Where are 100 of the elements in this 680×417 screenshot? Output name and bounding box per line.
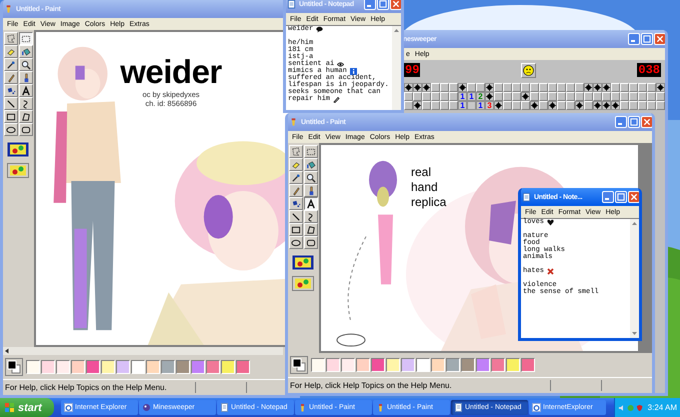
scrollbar[interactable]: [392, 26, 401, 110]
hidden-cell[interactable]: [503, 101, 512, 110]
color-swatch[interactable]: [386, 358, 400, 372]
hidden-cell[interactable]: [503, 83, 512, 92]
hidden-cell[interactable]: [593, 92, 602, 101]
option-icon[interactable]: [292, 276, 314, 291]
hidden-cell[interactable]: [575, 83, 584, 92]
color-swatch[interactable]: [41, 360, 55, 374]
hidden-cell[interactable]: [512, 83, 521, 92]
option-icon[interactable]: [7, 142, 29, 157]
hidden-cell[interactable]: [629, 101, 638, 110]
hidden-cell[interactable]: [494, 83, 503, 92]
close-button[interactable]: [654, 33, 665, 45]
hidden-cell[interactable]: [422, 101, 431, 110]
hidden-cell[interactable]: [539, 101, 548, 110]
speaker-icon[interactable]: [618, 404, 626, 412]
hidden-cell[interactable]: [638, 92, 647, 101]
hidden-cell[interactable]: [656, 101, 665, 110]
hidden-cell[interactable]: [557, 83, 566, 92]
color-swatch[interactable]: [476, 358, 490, 372]
hidden-cell[interactable]: [431, 92, 440, 101]
hidden-cell[interactable]: [566, 92, 575, 101]
color-swatch[interactable]: [431, 358, 445, 372]
color-swatch[interactable]: [491, 358, 505, 372]
hidden-cell[interactable]: [647, 92, 656, 101]
hidden-cell[interactable]: [440, 101, 449, 110]
color-swatch[interactable]: [521, 358, 535, 372]
hidden-cell[interactable]: [431, 101, 440, 110]
hidden-cell[interactable]: [656, 92, 665, 101]
color-selector-icon[interactable]: [290, 356, 308, 374]
color-selector-icon[interactable]: [5, 358, 23, 376]
minimize-button[interactable]: [615, 116, 627, 128]
hidden-cell[interactable]: [449, 83, 458, 92]
reset-button[interactable]: [521, 62, 536, 78]
hidden-cell[interactable]: [620, 101, 629, 110]
hidden-cell[interactable]: [647, 83, 656, 92]
color-swatch[interactable]: [191, 360, 205, 374]
hidden-cell[interactable]: [539, 92, 548, 101]
hidden-cell[interactable]: [584, 101, 593, 110]
hidden-cell[interactable]: [431, 83, 440, 92]
close-button[interactable]: [390, 0, 401, 10]
hidden-cell[interactable]: [620, 92, 629, 101]
hidden-cell[interactable]: [629, 92, 638, 101]
hidden-cell[interactable]: [404, 101, 413, 110]
color-swatch[interactable]: [206, 360, 220, 374]
hidden-cell[interactable]: [449, 101, 458, 110]
color-swatch[interactable]: [461, 358, 475, 372]
maximize-button[interactable]: [641, 33, 653, 45]
minimize-button[interactable]: [364, 0, 376, 10]
color-swatch[interactable]: [86, 360, 100, 374]
color-swatch[interactable]: [146, 360, 160, 374]
color-swatch[interactable]: [416, 358, 430, 372]
color-swatch[interactable]: [71, 360, 85, 374]
hidden-cell[interactable]: [566, 101, 575, 110]
minimize-button[interactable]: [628, 33, 640, 45]
scrollbar[interactable]: [630, 219, 639, 338]
hidden-cell[interactable]: [584, 92, 593, 101]
hidden-cell[interactable]: [629, 83, 638, 92]
hidden-cell[interactable]: [440, 92, 449, 101]
color-swatch[interactable]: [116, 360, 130, 374]
color-swatch[interactable]: [401, 358, 415, 372]
hidden-cell[interactable]: [566, 83, 575, 92]
tool-button[interactable]: [19, 32, 33, 45]
color-swatch[interactable]: [506, 358, 520, 372]
hidden-cell[interactable]: [521, 101, 530, 110]
maximize-button[interactable]: [377, 0, 389, 10]
hidden-cell[interactable]: [467, 83, 476, 92]
maximize-button[interactable]: [615, 191, 627, 203]
hidden-cell[interactable]: [557, 92, 566, 101]
hidden-cell[interactable]: [638, 83, 647, 92]
hidden-cell[interactable]: [530, 92, 539, 101]
hidden-cell[interactable]: [602, 92, 611, 101]
color-swatch[interactable]: [341, 358, 355, 372]
hidden-cell[interactable]: [611, 83, 620, 92]
color-swatch[interactable]: [26, 360, 40, 374]
hidden-cell[interactable]: [530, 83, 539, 92]
hidden-cell[interactable]: [548, 83, 557, 92]
close-button[interactable]: [641, 116, 652, 128]
color-swatch[interactable]: [176, 360, 190, 374]
color-swatch[interactable]: [221, 360, 235, 374]
color-swatch[interactable]: [356, 358, 370, 372]
color-swatch[interactable]: [56, 360, 70, 374]
hidden-cell[interactable]: [440, 83, 449, 92]
hidden-cell[interactable]: [620, 83, 629, 92]
color-swatch[interactable]: [131, 360, 145, 374]
hidden-cell[interactable]: [476, 83, 485, 92]
color-swatch[interactable]: [236, 360, 250, 374]
hidden-cell[interactable]: [413, 92, 422, 101]
color-swatch[interactable]: [446, 358, 460, 372]
hidden-cell[interactable]: [557, 101, 566, 110]
hidden-cell[interactable]: [512, 101, 521, 110]
hidden-cell[interactable]: [449, 92, 458, 101]
color-swatch[interactable]: [311, 358, 325, 372]
hidden-cell[interactable]: [494, 92, 503, 101]
scrollbar[interactable]: [3, 347, 283, 355]
hidden-cell[interactable]: [539, 83, 548, 92]
hidden-cell[interactable]: [611, 92, 620, 101]
color-swatch[interactable]: [161, 360, 175, 374]
option-icon[interactable]: [292, 255, 314, 270]
tool-button[interactable]: [304, 197, 318, 210]
